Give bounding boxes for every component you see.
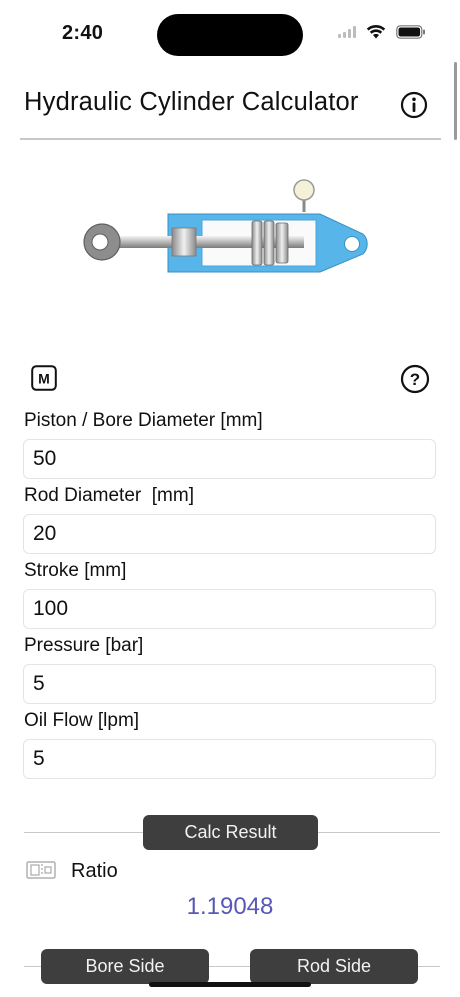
metric-m-icon: M xyxy=(31,365,57,391)
pressure-input[interactable] xyxy=(23,664,436,704)
help-button[interactable]: ? xyxy=(400,364,430,394)
bore-diameter-input[interactable] xyxy=(23,439,436,479)
help-label: ? xyxy=(410,370,420,389)
home-indicator xyxy=(149,982,311,987)
stroke-input[interactable] xyxy=(23,589,436,629)
info-button[interactable] xyxy=(400,91,428,119)
ratio-value: 1.19048 xyxy=(186,893,274,920)
header-divider xyxy=(20,138,441,140)
question-mark-icon: ? xyxy=(400,364,430,394)
metric-units-button[interactable]: M xyxy=(31,365,57,391)
ratio-label: Ratio xyxy=(71,860,118,882)
battery-icon xyxy=(396,24,425,39)
status-icons xyxy=(338,24,426,39)
page-title: Hydraulic Cylinder Calculator xyxy=(24,88,359,116)
metric-label: M xyxy=(38,371,50,387)
oil-flow-input[interactable] xyxy=(23,739,436,779)
oil-flow-label: Oil Flow [lpm] xyxy=(24,710,140,731)
wifi-icon xyxy=(366,24,386,39)
calc-result-button[interactable]: Calc Result xyxy=(143,815,318,850)
status-bar: 2:40 xyxy=(0,0,460,70)
status-time: 2:40 xyxy=(62,22,104,44)
cellular-signal-icon xyxy=(338,25,356,38)
bore-diameter-label: Piston / Bore Diameter [mm] xyxy=(24,410,263,431)
scroll-indicator[interactable] xyxy=(454,62,457,140)
pressure-label: Pressure [bar] xyxy=(24,635,144,656)
bore-side-button[interactable]: Bore Side xyxy=(41,949,209,984)
dynamic-island xyxy=(157,14,303,56)
cylinder-illustration xyxy=(80,176,370,276)
rod-side-button[interactable]: Rod Side xyxy=(250,949,418,984)
ratio-icon xyxy=(26,861,56,879)
rod-diameter-label: Rod Diameter [mm] xyxy=(24,485,194,506)
rod-diameter-input[interactable] xyxy=(23,514,436,554)
stroke-label: Stroke [mm] xyxy=(24,560,127,581)
info-icon xyxy=(400,91,428,119)
